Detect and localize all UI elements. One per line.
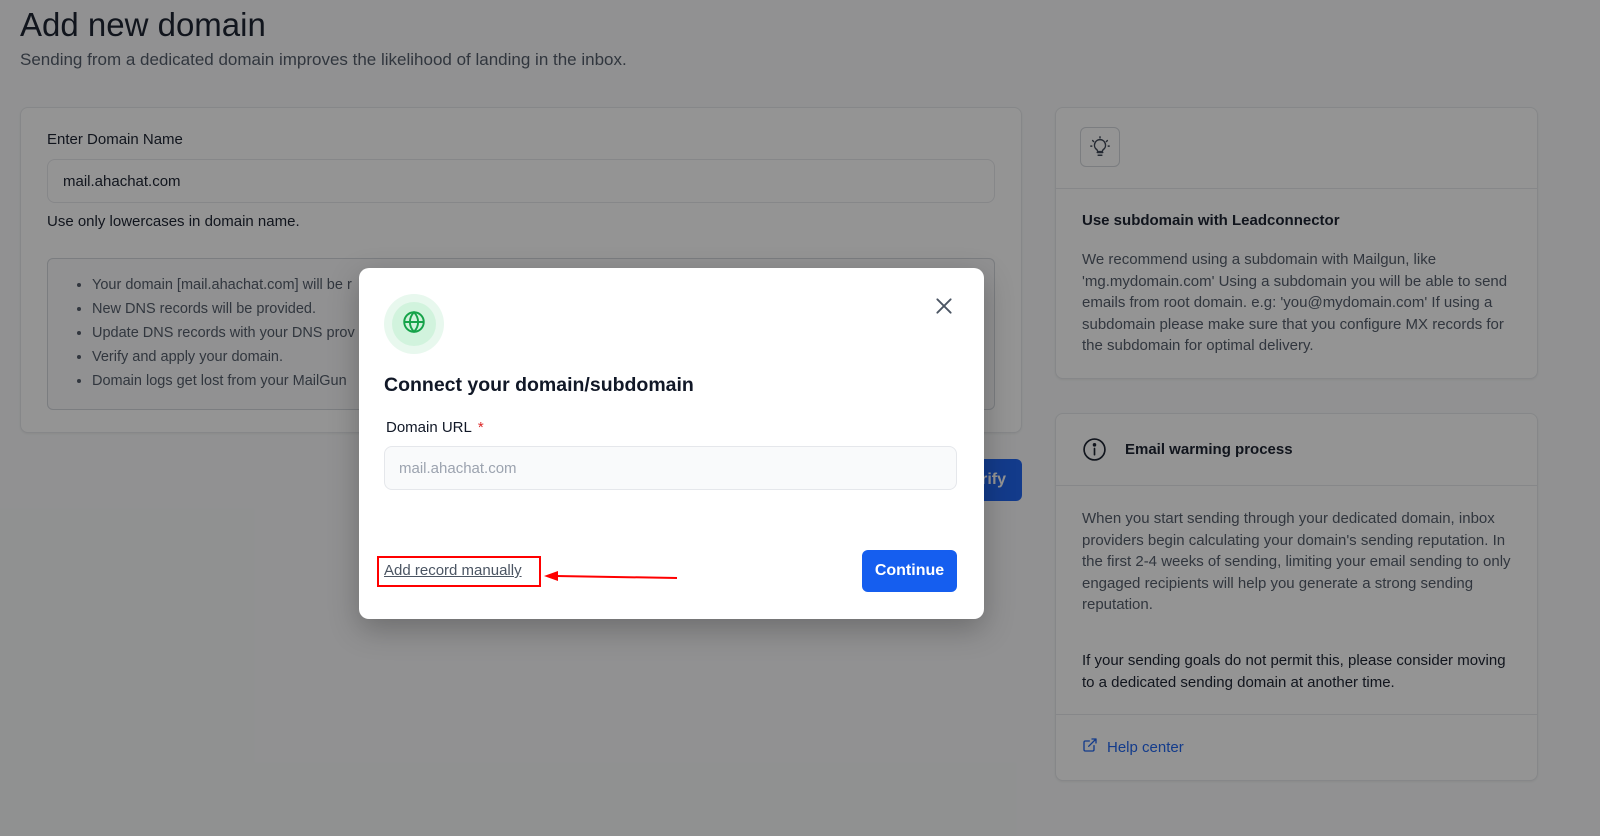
- required-marker: *: [477, 419, 484, 436]
- page: Add new domain Sending from a dedicated …: [0, 0, 1600, 836]
- close-button[interactable]: [931, 294, 957, 320]
- domain-url-label-text: Domain URL: [386, 419, 472, 436]
- domain-url-input[interactable]: [384, 446, 957, 490]
- globe-icon: [401, 309, 427, 340]
- annotation-highlight-box: [377, 556, 541, 587]
- continue-button[interactable]: Continue: [862, 550, 957, 592]
- annotation-arrow: [544, 571, 678, 581]
- modal-title: Connect your domain/subdomain: [384, 374, 694, 396]
- domain-url-label: Domain URL *: [386, 419, 484, 436]
- close-icon: [934, 296, 954, 319]
- modal-icon-badge: [384, 294, 444, 354]
